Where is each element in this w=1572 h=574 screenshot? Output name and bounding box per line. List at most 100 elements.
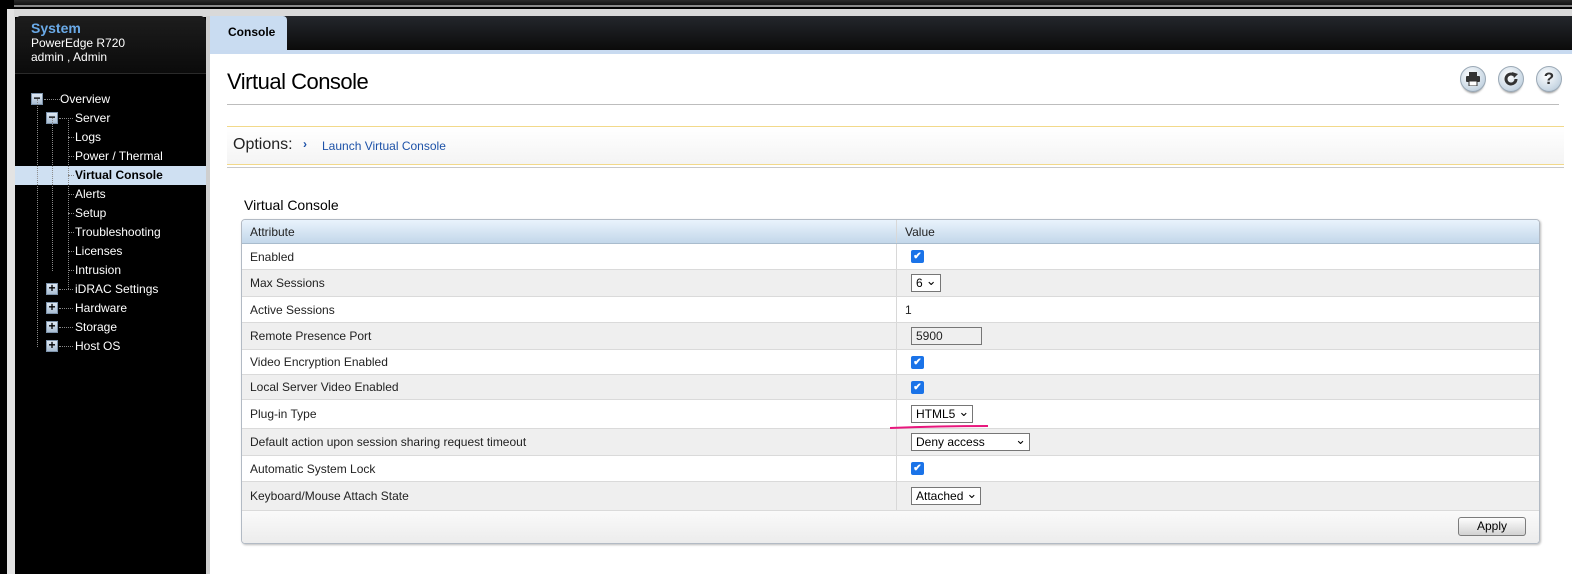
automatic-system-lock-checkbox[interactable]: ✔ (911, 462, 924, 475)
table-row: Automatic System Lock ✔ (242, 456, 1539, 482)
video-encryption-enabled-checkbox[interactable]: ✔ (911, 355, 924, 369)
table-row: Default action upon session sharing requ… (242, 429, 1539, 456)
tree-item-intrusion[interactable]: Intrusion (15, 261, 206, 280)
chevron-down-icon: ⌄ (958, 404, 970, 419)
tree-item-alerts[interactable]: Alerts (15, 185, 206, 204)
refresh-icon[interactable] (1498, 66, 1524, 92)
attribute-label: Plug-in Type (242, 400, 897, 428)
options-label: Options: (233, 136, 293, 153)
enabled-checkbox[interactable]: ✔ (911, 250, 924, 263)
print-icon[interactable] (1460, 66, 1486, 92)
tree-item-label: Troubleshooting (75, 225, 161, 239)
attribute-value-cell: ✔ (897, 350, 1539, 374)
tree-item-troubleshooting[interactable]: Troubleshooting (15, 223, 206, 242)
attribute-value-cell: HTML5 ⌄ (897, 400, 1539, 428)
title-divider (227, 104, 1559, 105)
tree-connector (59, 308, 73, 309)
tab-console[interactable]: Console (210, 16, 287, 50)
attribute-label: Local Server Video Enabled (242, 375, 897, 399)
default-action-upon-session-sharing-request-timeout-select[interactable]: Deny access ⌄ (911, 433, 1030, 451)
system-title[interactable]: System (31, 21, 206, 36)
section-title: Virtual Console (244, 197, 339, 213)
window-frame (7, 9, 15, 574)
expand-icon[interactable]: + (46, 339, 58, 352)
tree-item-label: Logs (75, 130, 102, 144)
attribute-label: Enabled (242, 244, 897, 269)
tree-item-hardware[interactable]: + Hardware (15, 299, 206, 318)
header-actions: ? (1460, 66, 1562, 92)
remote-presence-port-input[interactable]: 5900 (911, 327, 982, 345)
table-row: Remote Presence Port 5900 (242, 323, 1539, 350)
tree-item-logs[interactable]: Logs (15, 128, 206, 147)
tree-connector (59, 327, 73, 328)
chevron-down-icon: ⌄ (966, 486, 978, 501)
tree-item-label: Overview (60, 92, 111, 106)
column-header-value: Value (905, 225, 935, 239)
system-model: PowerEdge R720 (31, 36, 126, 50)
table-row: Keyboard/Mouse Attach State Attached ⌄ (242, 482, 1539, 511)
tree-item-setup[interactable]: Setup (15, 204, 206, 223)
tree-item-power-thermal[interactable]: Power / Thermal (15, 147, 206, 166)
tree-item-server[interactable]: − Server (15, 109, 206, 128)
active-sessions-value: 1 (905, 302, 912, 317)
plug-in-type-select[interactable]: HTML5 ⌄ (911, 404, 974, 423)
select-value: Attached (916, 489, 964, 503)
tree-connector (59, 289, 73, 290)
attribute-label: Default action upon session sharing requ… (242, 429, 897, 455)
annotation-underline (890, 425, 988, 429)
launch-virtual-console-link[interactable]: Launch Virtual Console (322, 139, 446, 153)
select-value: HTML5 (916, 407, 956, 421)
tree-connector (44, 99, 60, 100)
tree-item-label: Intrusion (75, 263, 122, 277)
tree-item-label: Server (75, 111, 111, 125)
tree-item-label: Power / Thermal (75, 149, 163, 163)
tree-item-host-os[interactable]: + Host OS (15, 337, 206, 356)
main-panel: Console Virtual Console ? Options: › Lau… (210, 16, 1572, 574)
tree-guide-line (37, 99, 38, 347)
max-sessions-select[interactable]: 6 ⌄ (911, 274, 941, 292)
apply-button[interactable]: Apply (1458, 517, 1526, 536)
local-server-video-enabled-checkbox[interactable]: ✔ (911, 380, 924, 394)
chevron-right-icon: › (303, 137, 307, 151)
attribute-value-cell: ✔ (897, 375, 1539, 399)
attribute-label: Max Sessions (242, 270, 897, 296)
table-row: Local Server Video Enabled ✔ (242, 375, 1539, 400)
top-chrome (14, 0, 1572, 7)
attribute-label: Video Encryption Enabled (242, 350, 897, 374)
tree-item-label: Storage (75, 320, 118, 334)
current-user: admin , Admin (31, 50, 108, 64)
chevron-down-icon: ⌄ (925, 273, 937, 288)
tree-connector (59, 346, 73, 347)
attribute-value-cell: 1 (897, 297, 1539, 322)
attribute-label: Remote Presence Port (242, 323, 897, 349)
expand-icon[interactable]: + (46, 320, 58, 333)
tree-item-label: Host OS (75, 339, 121, 353)
expand-icon[interactable]: + (46, 282, 58, 295)
table-row: Enabled ✔ (242, 244, 1539, 270)
options-bar: Options: › Launch Virtual Console (227, 126, 1564, 165)
attribute-value-cell: Deny access ⌄ (897, 429, 1539, 455)
select-value: 6 (916, 276, 923, 290)
tree-item-label: Alerts (75, 187, 106, 201)
attributes-table: Attribute Value Enabled ✔ Max Sessions 6 ⌄ Ac… (241, 219, 1540, 544)
tree-item-label: iDRAC Settings (75, 282, 159, 296)
tree-item-label: Licenses (75, 244, 123, 258)
tree-item-idrac-settings[interactable]: + iDRAC Settings (15, 280, 206, 299)
attribute-value-cell: 6 ⌄ (897, 270, 1539, 296)
keyboard-mouse-attach-state-select[interactable]: Attached ⌄ (911, 486, 982, 505)
sidebar: System PowerEdge R720 admin , Admin − Ove… (15, 16, 206, 574)
tree-item-virtual-console[interactable]: Virtual Console (15, 166, 206, 185)
tree-item-licenses[interactable]: Licenses (15, 242, 206, 261)
tree-guide-line (68, 118, 69, 289)
column-header-attribute: Attribute (242, 220, 897, 243)
tree-connector (59, 118, 73, 119)
page-title: Virtual Console (227, 69, 369, 94)
options-divider (227, 167, 1564, 168)
expand-icon[interactable]: + (46, 301, 58, 314)
tree-item-overview[interactable]: − Overview (15, 90, 206, 109)
attribute-value-cell: Attached ⌄ (897, 482, 1539, 510)
help-icon[interactable]: ? (1536, 66, 1562, 92)
attribute-value-cell: ✔ (897, 244, 1539, 269)
table-row: Active Sessions 1 (242, 297, 1539, 323)
tree-item-storage[interactable]: + Storage (15, 318, 206, 337)
